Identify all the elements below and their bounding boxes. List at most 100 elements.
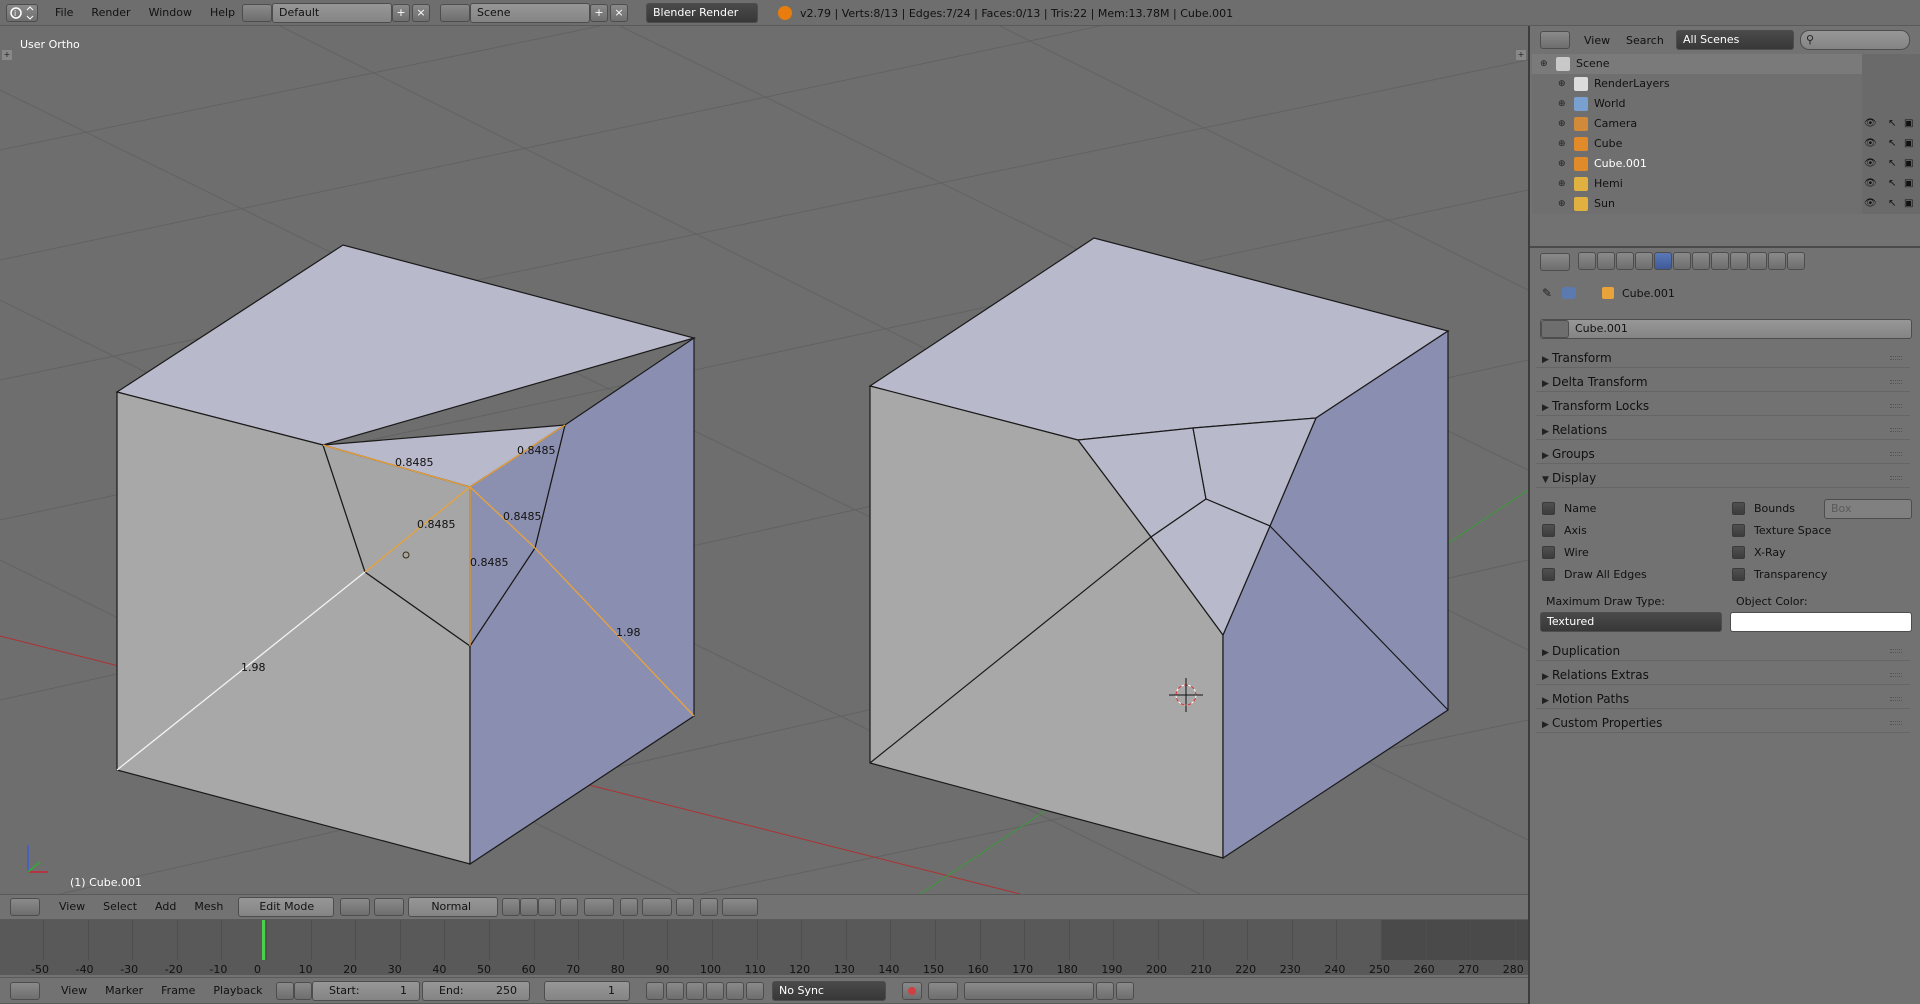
object-datablock-icon[interactable] — [1541, 320, 1569, 338]
region-toggle-icon[interactable]: + — [2, 50, 12, 60]
drag-handle-icon[interactable] — [1890, 673, 1902, 677]
render-icon[interactable]: ▣ — [1904, 158, 1913, 169]
render-engine-select[interactable]: Blender Render — [646, 3, 758, 23]
object-name-field[interactable]: Cube.001 — [1540, 319, 1912, 339]
object-color-swatch[interactable] — [1730, 612, 1912, 632]
menu-window[interactable]: Window — [140, 1, 201, 25]
lock-icon[interactable] — [293, 981, 312, 1000]
modifiers-tab-icon[interactable] — [1692, 252, 1710, 270]
constraints-tab-icon[interactable] — [1673, 252, 1691, 270]
next-keyframe-icon[interactable] — [726, 982, 744, 1000]
expand-icon[interactable]: ⊕ — [1558, 94, 1566, 114]
outliner-item-hemi[interactable]: ⊕ Hemi — [1532, 174, 1862, 194]
material-tab-icon[interactable] — [1730, 252, 1748, 270]
keyframe-icon[interactable] — [928, 982, 958, 1000]
outliner-item-camera[interactable]: ⊕ Camera — [1532, 114, 1862, 134]
menu-file[interactable]: File — [46, 1, 82, 25]
face-select-icon[interactable] — [538, 898, 557, 916]
viewport-3d[interactable] — [0, 26, 1528, 894]
record-icon[interactable] — [902, 982, 922, 1000]
outliner-item-renderlayers[interactable]: ⊕ RenderLayers — [1532, 74, 1862, 94]
outliner-item-cube[interactable]: ⊕ Cube — [1532, 134, 1862, 154]
outliner-item-cube-001[interactable]: ⊕ Cube.001 — [1532, 154, 1862, 174]
texture-tab-icon[interactable] — [1749, 252, 1767, 270]
scene-field[interactable]: Scene — [470, 3, 590, 23]
insert-key-icon[interactable] — [1096, 982, 1114, 1000]
panel-motion-paths[interactable]: ▶ Motion Paths — [1536, 689, 1910, 709]
start-frame-field[interactable]: Start: 1 — [312, 981, 420, 1001]
outliner-menu-view[interactable]: View — [1584, 34, 1610, 47]
data-tab-icon[interactable] — [1711, 252, 1729, 270]
outliner-menu-search[interactable]: Search — [1626, 34, 1664, 47]
eye-icon[interactable]: 👁 — [1864, 138, 1877, 149]
jump-end-icon[interactable] — [746, 982, 764, 1000]
orientation-select[interactable]: Normal — [408, 897, 499, 917]
screen-layout-icon[interactable] — [242, 4, 272, 22]
outliner-search-input[interactable]: ⚲ — [1800, 30, 1910, 50]
cursor-icon[interactable]: ↖ — [1888, 118, 1896, 129]
editor-type-icon[interactable] — [1540, 31, 1570, 49]
checkbox-bounds[interactable] — [1732, 502, 1745, 515]
checkbox-axis[interactable] — [1542, 524, 1555, 537]
panel-custom-properties[interactable]: ▶ Custom Properties — [1536, 713, 1910, 733]
particles-tab-icon[interactable] — [1768, 252, 1786, 270]
preview-range-icon[interactable] — [275, 981, 294, 1000]
pivot-icon[interactable] — [374, 898, 405, 916]
jump-start-icon[interactable] — [646, 982, 664, 1000]
render-icon[interactable]: ▣ — [1904, 138, 1913, 149]
snap-target-icon[interactable] — [642, 898, 673, 916]
occlude-icon[interactable] — [560, 898, 579, 916]
eye-icon[interactable]: 👁 — [1864, 158, 1877, 169]
panel-display[interactable]: ▼ Display — [1536, 468, 1910, 488]
render-icon[interactable]: ▣ — [1904, 118, 1913, 129]
render-icon[interactable]: ▣ — [1904, 198, 1913, 209]
expand-icon[interactable]: ⊕ — [1558, 74, 1566, 94]
panel-transform[interactable]: ▶ Transform — [1536, 348, 1910, 368]
close-scene-icon[interactable]: × — [610, 4, 628, 22]
mode-select[interactable]: Edit Mode — [238, 897, 335, 917]
outliner-item-world[interactable]: ⊕ World — [1532, 94, 1862, 114]
drag-handle-icon[interactable] — [1890, 697, 1902, 701]
eye-icon[interactable]: 👁 — [1864, 198, 1877, 209]
outliner-item-scene[interactable]: ⊕ Scene — [1532, 54, 1862, 74]
checkbox-texture-space[interactable] — [1732, 524, 1745, 537]
checkbox-draw-all-edges[interactable] — [1542, 568, 1555, 581]
render-preview-icon[interactable] — [700, 898, 719, 916]
panel-duplication[interactable]: ▶ Duplication — [1536, 641, 1910, 661]
expand-icon[interactable]: ⊕ — [1558, 194, 1566, 214]
timeline-menu-frame[interactable]: Frame — [152, 979, 204, 1003]
expand-icon[interactable]: ⊕ — [1558, 134, 1566, 154]
outliner-filter-select[interactable]: All Scenes — [1676, 30, 1794, 50]
current-frame-field[interactable]: 1 — [544, 981, 630, 1001]
viewport-menu-view[interactable]: View — [50, 895, 94, 919]
scene-tab-icon[interactable] — [1616, 252, 1634, 270]
drag-handle-icon[interactable] — [1890, 649, 1902, 653]
editor-type-icon[interactable] — [10, 898, 40, 916]
editor-type-icon[interactable] — [1540, 253, 1570, 271]
object-tab-icon[interactable] — [1654, 252, 1672, 270]
expand-icon[interactable]: ⊕ — [1540, 54, 1548, 74]
eye-icon[interactable]: 👁 — [1864, 178, 1877, 189]
timeline-menu-view[interactable]: View — [52, 979, 96, 1003]
delete-key-icon[interactable] — [1116, 982, 1134, 1000]
drag-handle-icon[interactable] — [1890, 356, 1902, 360]
cursor-icon[interactable]: ↖ — [1888, 198, 1896, 209]
timeline-menu-marker[interactable]: Marker — [96, 979, 152, 1003]
checkbox-transparency[interactable] — [1732, 568, 1745, 581]
current-frame-marker[interactable] — [262, 920, 265, 960]
render-anim-icon[interactable] — [722, 898, 759, 916]
drag-handle-icon[interactable] — [1890, 380, 1902, 384]
world-tab-icon[interactable] — [1635, 252, 1653, 270]
prev-keyframe-icon[interactable] — [666, 982, 684, 1000]
drag-handle-icon[interactable] — [1890, 428, 1902, 432]
cursor-icon[interactable]: ↖ — [1888, 158, 1896, 169]
end-frame-field[interactable]: End: 250 — [422, 981, 530, 1001]
expand-icon[interactable]: ⊕ — [1558, 114, 1566, 134]
expand-icon[interactable]: ⊕ — [1558, 174, 1566, 194]
panel-relations-extras[interactable]: ▶ Relations Extras — [1536, 665, 1910, 685]
cursor-icon[interactable]: ↖ — [1888, 138, 1896, 149]
menu-help[interactable]: Help — [201, 1, 244, 25]
play-reverse-icon[interactable] — [686, 982, 704, 1000]
render-icon[interactable]: ▣ — [1904, 178, 1913, 189]
outliner-item-sun[interactable]: ⊕ Sun — [1532, 194, 1862, 214]
